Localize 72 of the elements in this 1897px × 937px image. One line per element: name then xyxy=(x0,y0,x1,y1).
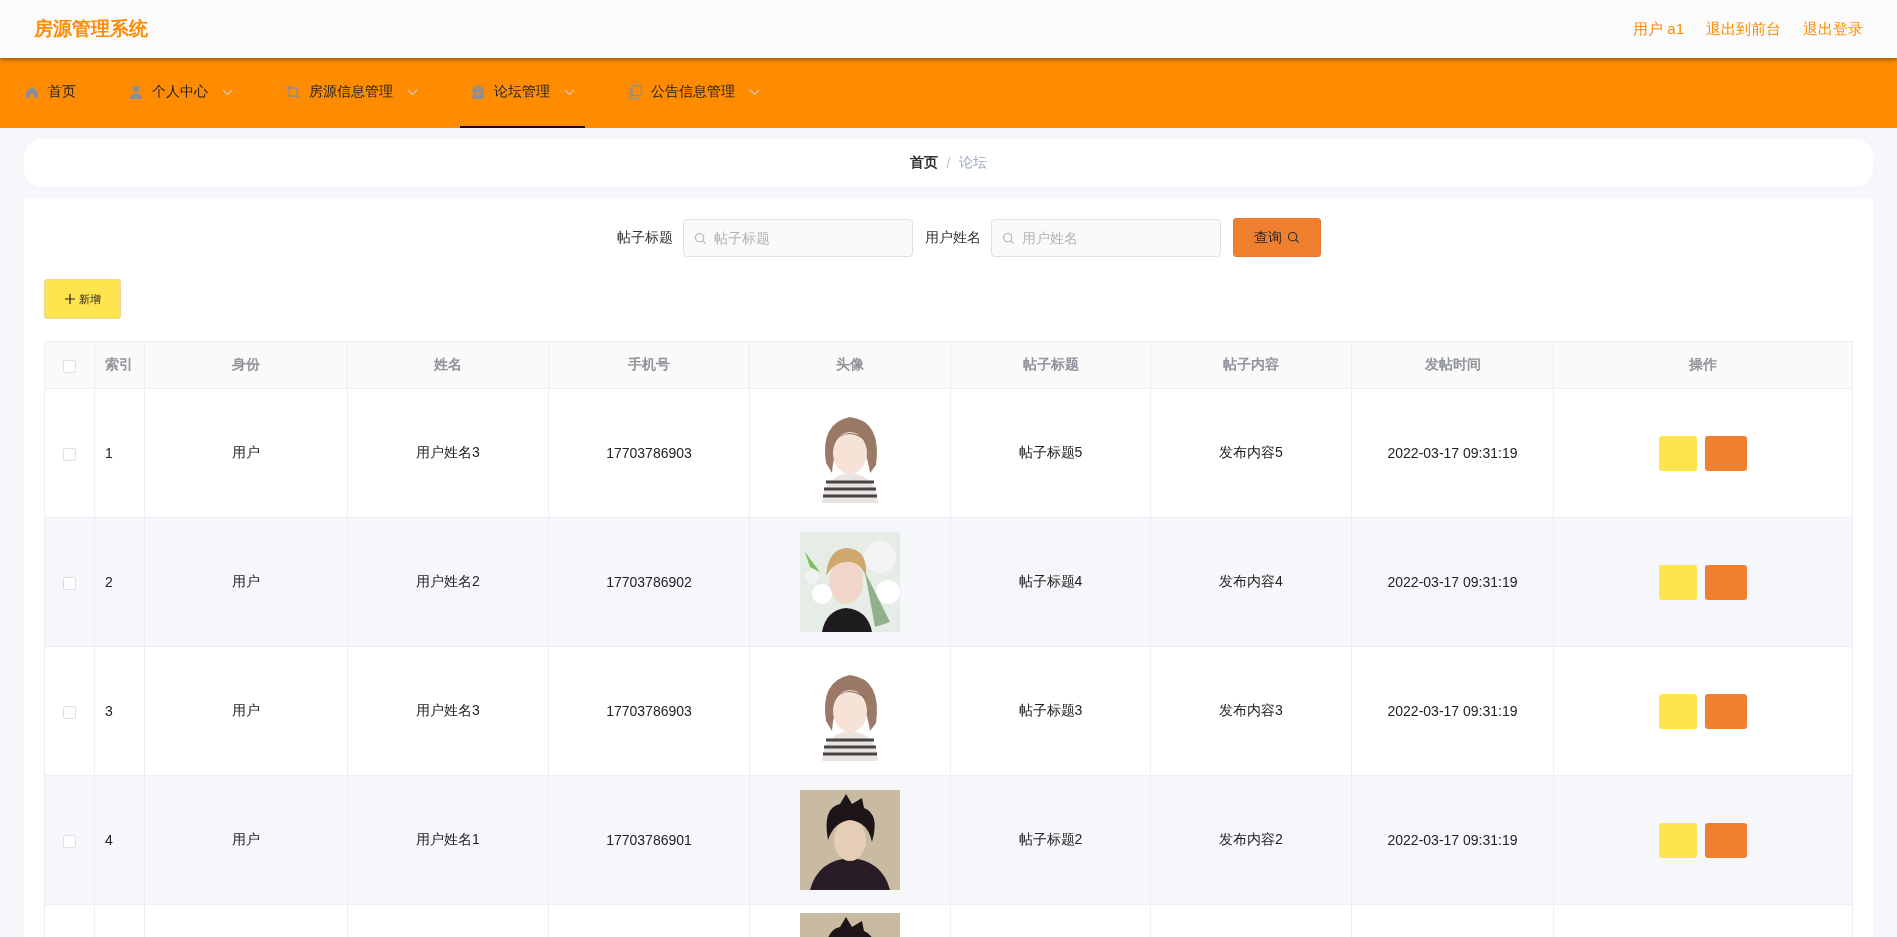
column-header: 操作 xyxy=(1553,341,1853,389)
row-action-button[interactable] xyxy=(1705,693,1747,729)
search-field[interactable]: 用户姓名 xyxy=(990,218,1221,257)
search-field[interactable]: 帖子标题 xyxy=(682,218,913,257)
table-cell: 发布内容3 xyxy=(1150,646,1352,776)
column-header: 帖子内容 xyxy=(1150,341,1352,389)
nav-tab[interactable]: 个人中心 xyxy=(118,58,243,128)
nav-tab[interactable]: 房源信息管理 xyxy=(275,58,428,128)
column-header: 索引 xyxy=(94,341,145,389)
table-cell: 17703786903 xyxy=(548,646,750,776)
plus-icon xyxy=(64,293,75,304)
row-action-button[interactable] xyxy=(1705,822,1747,858)
column-header: 身份 xyxy=(144,341,348,389)
user-icon xyxy=(128,84,144,100)
column-header: 姓名 xyxy=(347,341,549,389)
table-cell: 发布内容5 xyxy=(1150,388,1352,518)
add-button[interactable]: 新增 xyxy=(44,279,121,319)
row-action-button[interactable] xyxy=(1705,564,1747,600)
table-cell: 帖子标题4 xyxy=(950,517,1151,647)
table-cell: 2022-03-17 09:31:19 xyxy=(1351,517,1554,647)
table-cell: 发布内容2 xyxy=(1150,775,1352,905)
nav-tab[interactable]: 首页 xyxy=(14,58,86,128)
row-action-button[interactable] xyxy=(1659,822,1697,858)
checkbox[interactable] xyxy=(63,576,76,590)
table-cell: 用户 xyxy=(144,517,348,647)
row-action-button[interactable] xyxy=(1659,564,1697,600)
table-cell: 3 xyxy=(94,646,145,776)
table-cell: 用户 xyxy=(144,388,348,518)
clipboard-icon xyxy=(470,84,486,100)
column-header: 手机号 xyxy=(548,341,750,389)
checkbox[interactable] xyxy=(63,447,76,461)
search-button[interactable]: 查询 xyxy=(1232,218,1321,257)
column-header: 帖子标题 xyxy=(950,341,1151,389)
table-cell: 用户姓名2 xyxy=(347,517,549,647)
copy-icon xyxy=(627,84,643,100)
checkbox[interactable] xyxy=(63,834,76,848)
table-cell: 用户姓名3 xyxy=(347,388,549,518)
field-label: 用户姓名 xyxy=(924,228,981,247)
table-cell: 用户姓名1 xyxy=(347,775,549,905)
row-action-button[interactable] xyxy=(1659,693,1697,729)
column-header: 发帖时间 xyxy=(1351,341,1554,389)
nav-tab[interactable]: 论坛管理 xyxy=(460,58,585,128)
table-cell: 17703786903 xyxy=(548,388,750,518)
table-cell: 17703786902 xyxy=(548,517,750,647)
table-cell: 用户 xyxy=(144,646,348,776)
field-label: 帖子标题 xyxy=(616,228,673,247)
table-cell: 帖子标题5 xyxy=(950,388,1151,518)
table-cell: 帖子标题2 xyxy=(950,775,1151,905)
breadcrumb-item: 论坛 xyxy=(959,154,988,172)
home-icon xyxy=(24,84,40,100)
table-cell: 2022-03-17 09:31:19 xyxy=(1351,646,1554,776)
row-action-button[interactable] xyxy=(1659,435,1697,471)
app-title: 房源管理系统 xyxy=(34,17,148,41)
table-cell: 1 xyxy=(94,388,145,518)
table-cell: 发布内容4 xyxy=(1150,517,1352,647)
table-cell: 4 xyxy=(94,775,145,905)
table-cell: 用户姓名3 xyxy=(347,646,549,776)
table-cell: 2022-03-17 09:31:19 xyxy=(1351,388,1554,518)
crop-icon xyxy=(285,84,301,100)
nav-tab[interactable]: 公告信息管理 xyxy=(617,58,770,128)
search-icon xyxy=(1286,231,1300,244)
table-cell: 帖子标题3 xyxy=(950,646,1151,776)
row-action-button[interactable] xyxy=(1705,435,1747,471)
column-header: 头像 xyxy=(749,341,951,389)
breadcrumb-separator: / xyxy=(946,155,951,171)
table-cell: 17703786901 xyxy=(548,775,750,905)
checkbox[interactable] xyxy=(63,359,76,373)
checkbox[interactable] xyxy=(63,705,76,719)
table-cell: 2022-03-17 09:31:19 xyxy=(1351,775,1554,905)
table-cell: 2 xyxy=(94,517,145,647)
breadcrumb-item[interactable]: 首页 xyxy=(909,154,938,172)
table-cell: 用户 xyxy=(144,775,348,905)
